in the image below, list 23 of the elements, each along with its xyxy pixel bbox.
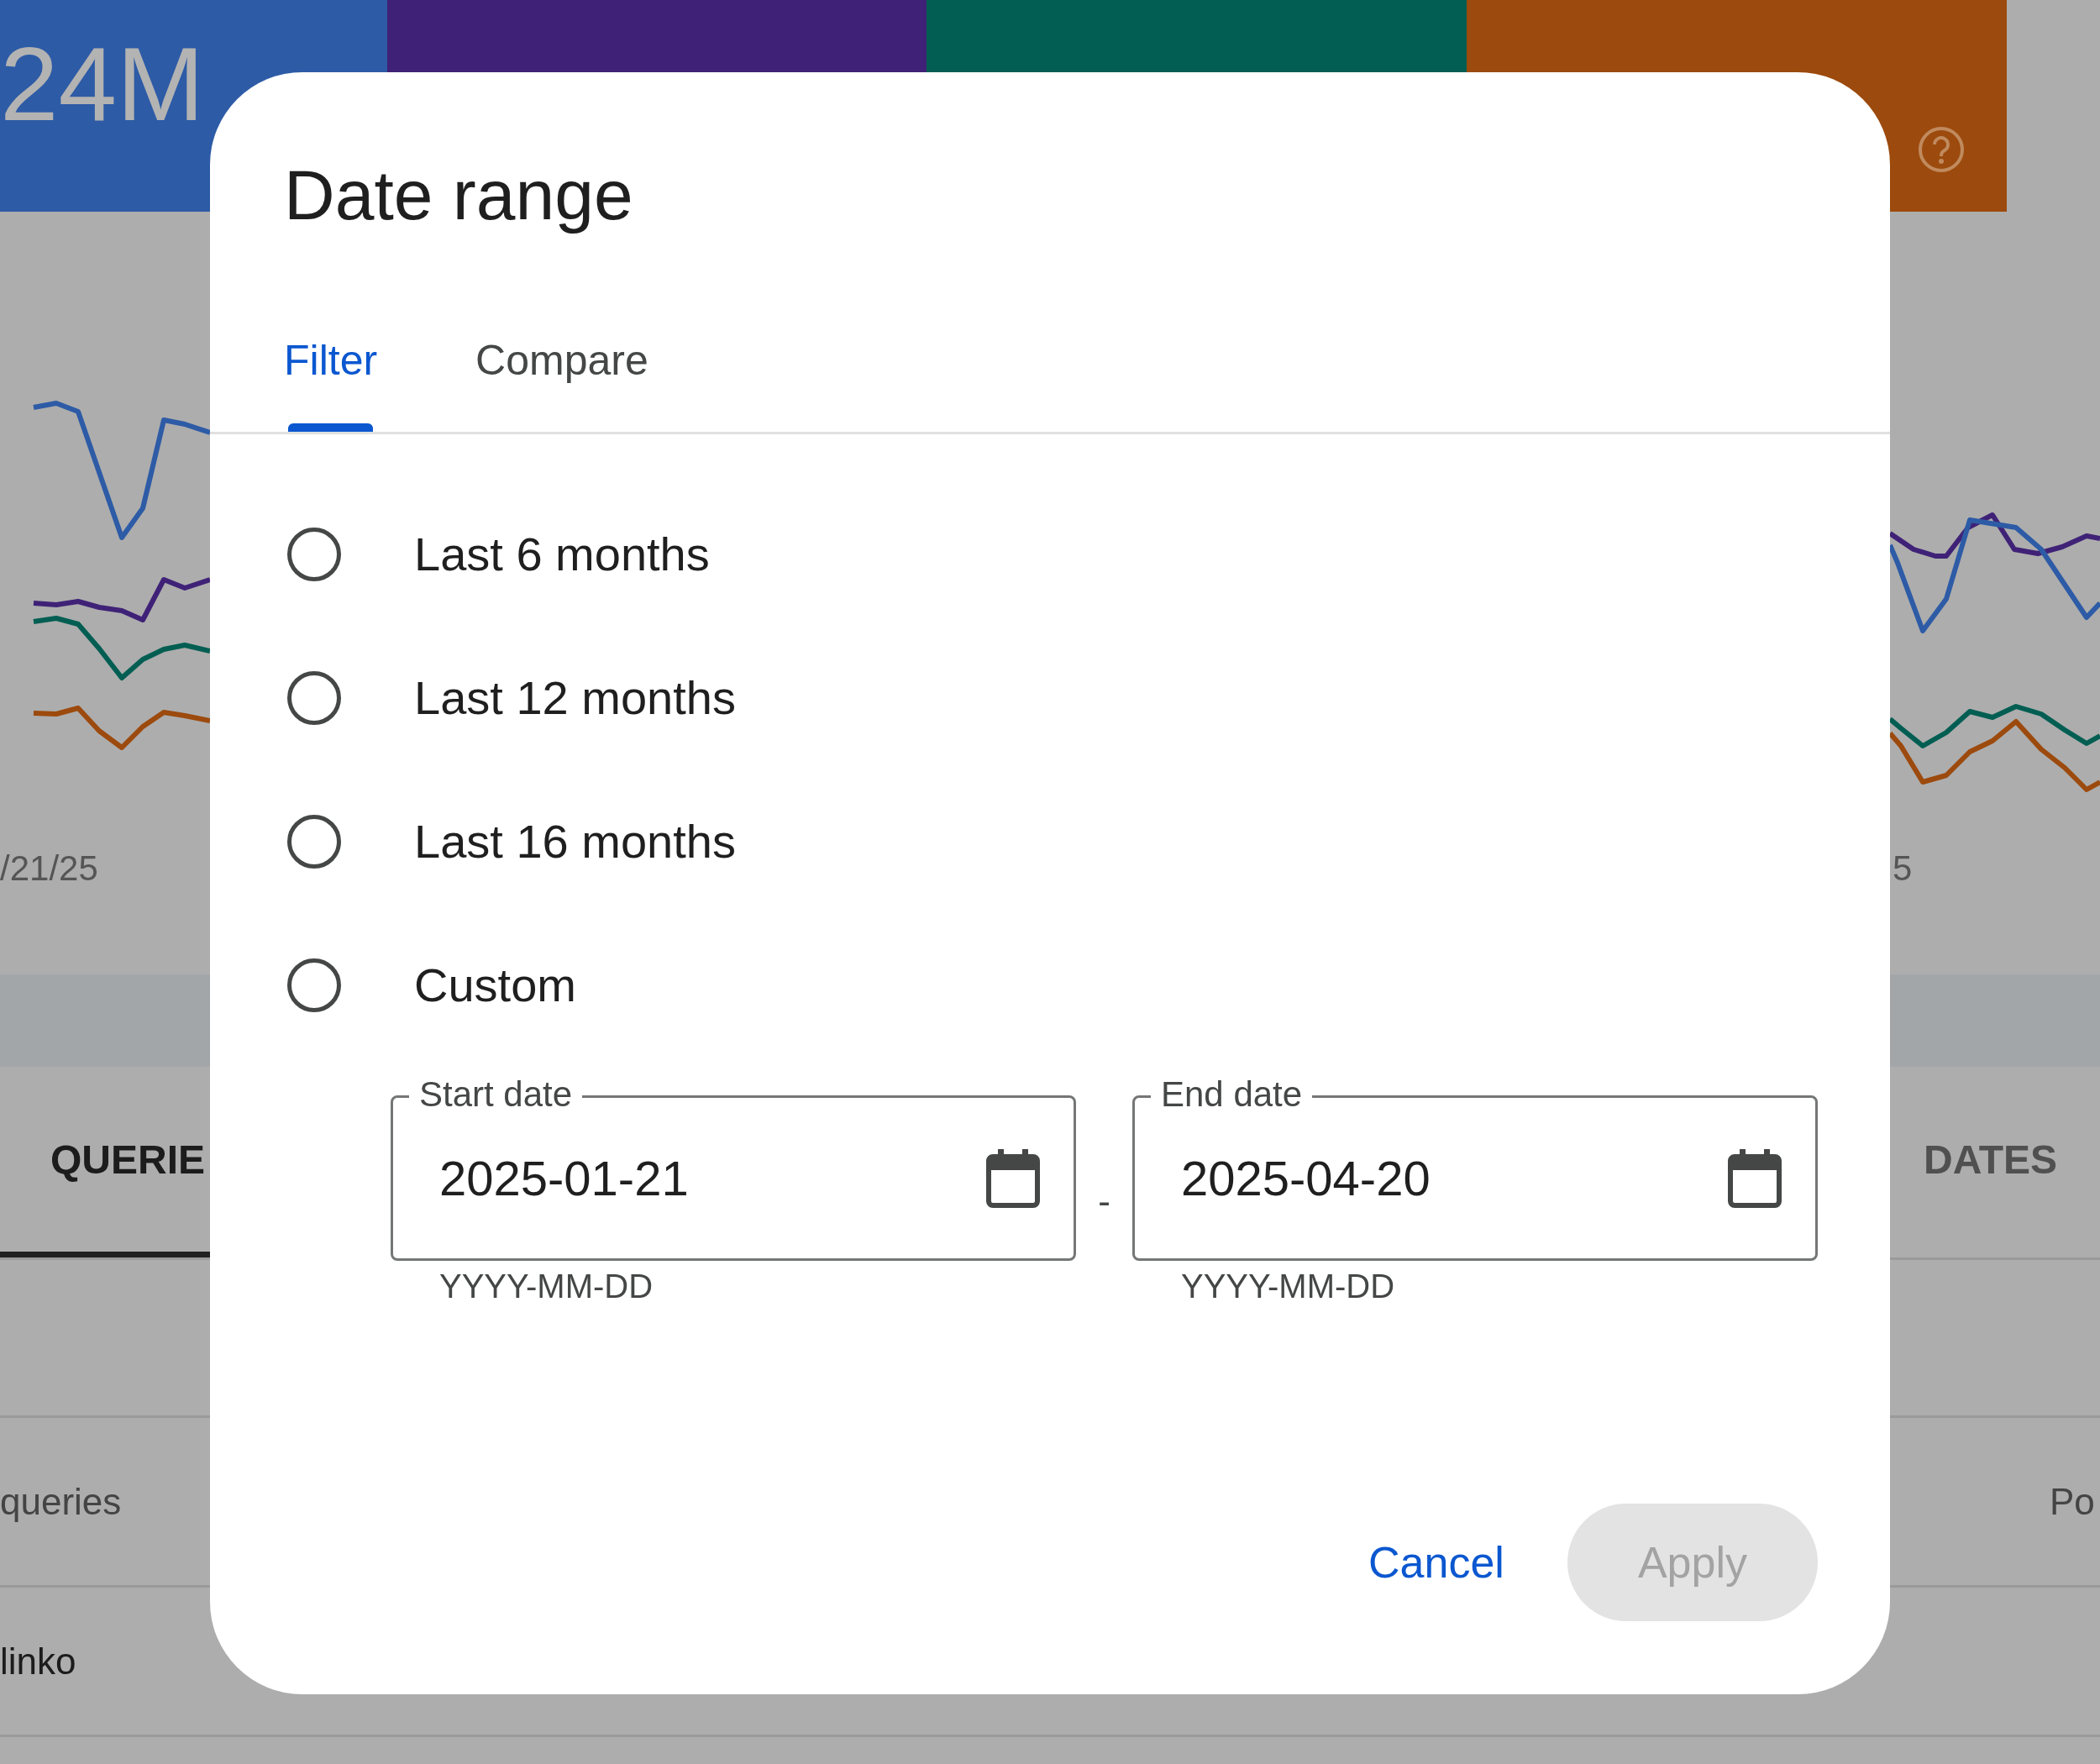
option-label[interactable]: Custom	[414, 958, 576, 1012]
field-hint: YYYY-MM-DD	[439, 1268, 654, 1305]
table-cell: linko	[0, 1640, 76, 1683]
axis-label: 5	[1893, 848, 1913, 889]
metric-value: 24M	[0, 25, 205, 142]
axis-label: /21/25	[0, 848, 98, 889]
option-label[interactable]: Last 16 months	[414, 814, 736, 869]
field-hint: YYYY-MM-DD	[1181, 1268, 1395, 1305]
option-label[interactable]: Last 12 months	[414, 670, 736, 725]
dialog-tab[interactable]: Compare	[475, 282, 648, 432]
report-tab[interactable]: DATES	[1924, 1067, 2100, 1257]
radio-button[interactable]	[287, 814, 341, 869]
calendar-icon[interactable]	[1728, 1148, 1782, 1208]
radio-button[interactable]	[287, 527, 341, 581]
cancel-button[interactable]: Cancel	[1368, 1504, 1504, 1621]
range-separator: -	[1097, 1179, 1111, 1223]
radio-button[interactable]	[287, 958, 341, 1012]
dialog-tab[interactable]: Filter	[284, 282, 378, 432]
radio-button[interactable]	[287, 670, 341, 725]
column-header: Po	[2050, 1480, 2096, 1523]
option-label[interactable]: Last 6 months	[414, 527, 710, 581]
column-header: queries	[0, 1480, 122, 1523]
calendar-icon[interactable]	[986, 1148, 1040, 1208]
